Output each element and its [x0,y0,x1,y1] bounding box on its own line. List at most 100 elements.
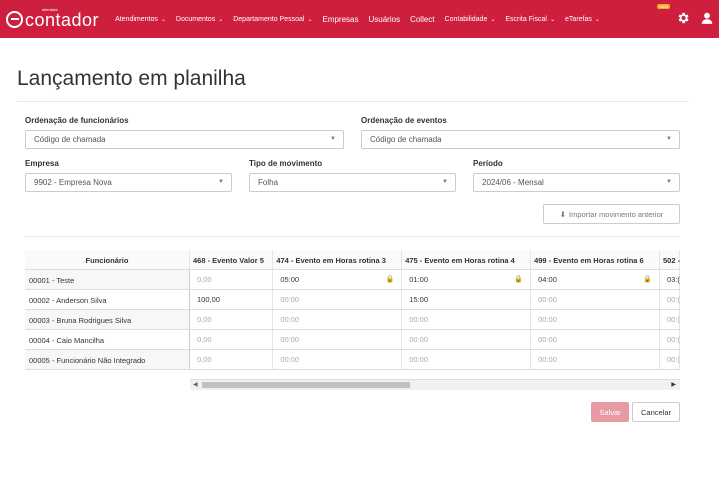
chevron-down-icon: ▼ [666,136,672,142]
event-value-cell[interactable]: 00:( [660,350,680,369]
cell-value: 00:( [667,335,680,344]
cell-value: 04:00 [538,275,557,284]
event-value-cell[interactable]: 04:00 🔒 [531,270,660,289]
event-value-cell[interactable]: 0,00 [190,270,274,289]
cell-value: 0,00 [197,315,212,324]
scroll-right-icon[interactable]: ▶ [671,381,676,388]
save-button[interactable]: Salvar [591,402,629,422]
nav-item-label: Collect [410,14,435,24]
cancel-button[interactable]: Cancelar [632,402,680,422]
grid-divider [25,236,680,237]
cell-value: 00:00 [409,355,428,364]
event-value-cell[interactable]: 00:00 [402,350,532,369]
periodo-select[interactable]: 2024/06 - Mensal ▼ [473,173,680,192]
title-divider [17,101,689,102]
etarefas-badge: NEW [657,4,671,9]
table-row: 0,00 00:00 00:00 00:00 00:( [190,330,680,350]
scroll-left-icon[interactable]: ◀ [193,381,198,388]
user-icon[interactable] [700,11,714,25]
event-value-cell[interactable]: 00:00 [531,290,660,309]
event-value-cell[interactable]: 00:00 [273,330,403,349]
cell-value: 00:00 [409,335,428,344]
grid-header-row: Funcionário [25,250,190,270]
event-value-cell[interactable]: 00:00 [402,310,532,329]
ordenacao-funcionarios-select[interactable]: Código de chamada ▼ [25,130,344,149]
nav-item-label: Empresas [322,14,359,24]
lock-icon: 🔒 [514,276,524,283]
chevron-down-icon: ⌄ [594,16,600,23]
empresa-select[interactable]: 9902 - Empresa Nova ▼ [25,173,232,192]
ordenacao-eventos-value: Código de chamada [370,135,442,144]
ordenacao-eventos-select[interactable]: Código de chamada ▼ [361,130,680,149]
cell-value: 00:( [667,355,680,364]
events-columns: 468 - Evento Valor 5 474 - Evento em Hora… [190,250,680,370]
event-value-cell[interactable]: 05:00 🔒 [273,270,403,289]
cell-value: 00:00 [280,315,300,324]
event-column-header: 502 - [660,250,680,269]
event-value-cell[interactable]: 00:00 [273,310,403,329]
nav-item-empresas[interactable]: Empresas [322,15,358,24]
table-row: 100,00 00:00 15:00 00:00 00:( [190,290,680,310]
event-value-cell[interactable]: 00:00 [273,350,403,369]
event-value-cell[interactable]: 03:( [660,270,680,289]
employee-cell: 00005 - Funcionário Não Integrado [25,350,190,369]
gear-icon[interactable] [676,11,690,25]
nav-item-collect[interactable]: Collect [410,15,434,24]
nav-item-departamento-pessoal[interactable]: Departamento Pessoal ⌄ [233,16,312,23]
chevron-down-icon: ⌄ [160,16,166,23]
cell-value: 00:( [667,295,680,304]
employee-cell: 00003 - Bruna Rodrigues Silva [25,310,190,329]
horizontal-scrollbar[interactable]: ◀ ▶ [190,379,680,390]
nav-item-escrita-fiscal[interactable]: Escrita Fiscal ⌄ [505,16,555,23]
employee-column: Funcionário 00001 - Teste 00002 - Anderson… [25,250,190,370]
cell-value: 00:00 [280,335,300,344]
event-value-cell[interactable]: 00:00 [402,330,532,349]
event-value-cell[interactable]: 0,00 [190,310,274,329]
nav-item-etarefas[interactable]: eTarefas ⌄ [565,16,600,23]
chevron-down-icon: ▼ [666,179,672,185]
employee-cell: 00002 - Anderson Silva [25,290,190,309]
event-column-header: 468 - Evento Valor 5 [190,250,274,269]
event-value-cell[interactable]: 00:( [660,330,680,349]
table-row: 00005 - Funcionário Não Integrado [25,350,190,370]
event-value-cell[interactable]: 0,00 [190,350,274,369]
nav-item-label: Contabilidade [444,15,488,23]
main-menu: Atendimentos ⌄ Documentos ⌄ Departamento Pes… [115,0,610,38]
event-value-cell[interactable]: 00:( [660,290,680,309]
cell-value: 00:00 [280,295,300,304]
tipo-movimento-select[interactable]: Folha ▼ [249,173,456,192]
table-row: 0,00 05:00 🔒 01:00 🔒 04:00 🔒 03:( [190,270,680,290]
event-value-cell[interactable]: 15:00 [402,290,532,309]
event-column-header: 499 - Evento em Horas rotina 6 [531,250,660,269]
event-value-cell[interactable]: 00:00 [531,350,660,369]
cell-value: 00:00 [538,295,557,304]
chevron-down-icon: ⌄ [218,16,224,23]
nav-item-usu-rios[interactable]: Usuários [369,15,401,24]
cell-value: 0,00 [197,355,212,364]
nav-item-atendimentos[interactable]: Atendimentos ⌄ [115,16,166,23]
scrollbar-thumb[interactable] [202,382,410,388]
logo-text: contador [25,9,100,30]
contador-logo[interactable]: contador alterdata [6,7,100,30]
nav-item-label: Departamento Pessoal [233,15,305,23]
event-value-cell[interactable]: 00:00 [531,310,660,329]
nav-item-label: Documentos [175,15,216,23]
import-previous-movement-button[interactable]: ⬇ Importar movimento anterior [543,204,680,224]
nav-item-documentos[interactable]: Documentos ⌄ [176,16,223,23]
table-row: 00003 - Bruna Rodrigues Silva [25,310,190,330]
cell-value: 00:00 [538,355,557,364]
nav-item-label: Atendimentos [115,15,158,23]
event-value-cell[interactable]: 00:00 [273,290,403,309]
cell-value: 05:00 [280,275,300,284]
employee-cell: 00001 - Teste [25,270,190,289]
event-value-cell[interactable]: 100,00 [190,290,274,309]
nav-item-contabilidade[interactable]: Contabilidade ⌄ [445,16,496,23]
event-value-cell[interactable]: 00:00 [531,330,660,349]
event-value-cell[interactable]: 00:( [660,310,680,329]
event-value-cell[interactable]: 01:00 🔒 [402,270,532,289]
chevron-down-icon: ▼ [442,179,448,185]
cell-value: 00:00 [538,335,557,344]
event-value-cell[interactable]: 0,00 [190,330,274,349]
lock-icon: 🔒 [643,276,652,283]
event-column-header: 474 - Evento em Horas rotina 3 [273,250,403,269]
